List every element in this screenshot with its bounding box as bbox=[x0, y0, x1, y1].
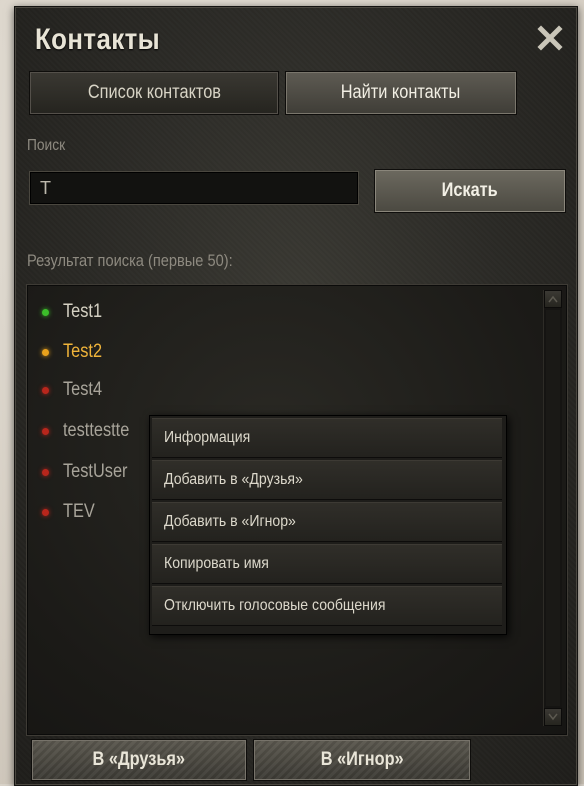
add-to-friends-label: В «Друзья» bbox=[92, 749, 186, 770]
menu-item-label: Отключить голосовые сообщения bbox=[164, 597, 386, 614]
status-busy-icon bbox=[42, 348, 49, 356]
scroll-down-icon bbox=[548, 713, 558, 721]
list-item[interactable]: Test2 bbox=[42, 338, 108, 366]
add-to-friends-button[interactable]: В «Друзья» bbox=[31, 739, 247, 781]
results-scrollbar[interactable] bbox=[543, 290, 562, 726]
menu-item-label: Добавить в «Друзья» bbox=[164, 471, 303, 488]
tab-find-contacts-label: Найти контакты bbox=[341, 82, 461, 103]
tab-bar: Список контактов Найти контакты bbox=[29, 71, 517, 115]
window-title: Контакты bbox=[35, 23, 161, 56]
tab-contact-list[interactable]: Список контактов bbox=[29, 71, 279, 115]
status-online-icon bbox=[42, 308, 49, 316]
contact-name: Test4 bbox=[63, 379, 103, 400]
scroll-up-button[interactable] bbox=[544, 290, 562, 308]
tab-find-contacts[interactable]: Найти контакты bbox=[285, 71, 517, 115]
add-to-ignore-button[interactable]: В «Игнор» bbox=[253, 739, 471, 781]
list-item[interactable]: TEV bbox=[42, 498, 100, 526]
results-label: Результат поиска (первые 50): bbox=[27, 251, 233, 270]
menu-item-disable-voice[interactable]: Отключить голосовые сообщения bbox=[152, 586, 502, 626]
menu-item-label: Информация bbox=[164, 429, 251, 446]
menu-item-add-ignore[interactable]: Добавить в «Игнор» bbox=[152, 502, 502, 542]
context-menu: Информация Добавить в «Друзья» Добавить … bbox=[149, 415, 507, 635]
menu-item-info[interactable]: Информация bbox=[152, 418, 502, 458]
close-icon bbox=[537, 25, 563, 51]
tab-contact-list-label: Список контактов bbox=[87, 82, 221, 103]
list-item[interactable]: TestUser bbox=[42, 458, 138, 486]
status-offline-icon bbox=[42, 427, 49, 435]
close-button[interactable] bbox=[533, 21, 567, 55]
search-label: Поиск bbox=[27, 137, 66, 154]
add-to-ignore-label: В «Игнор» bbox=[320, 749, 404, 770]
search-input[interactable]: T bbox=[29, 171, 359, 205]
scroll-down-button[interactable] bbox=[544, 708, 562, 726]
search-button-label: Искать bbox=[441, 180, 499, 201]
contact-name: TestUser bbox=[63, 461, 128, 482]
list-item[interactable]: Test4 bbox=[42, 376, 108, 404]
search-button[interactable]: Искать bbox=[374, 169, 566, 213]
status-offline-icon bbox=[42, 508, 49, 516]
contacts-window: Контакты Список контактов Найти контакты… bbox=[14, 6, 578, 786]
contact-name: TEV bbox=[63, 501, 95, 522]
contact-name: Test1 bbox=[63, 301, 103, 322]
menu-item-label: Добавить в «Игнор» bbox=[164, 513, 296, 530]
menu-item-label: Копировать имя bbox=[164, 555, 269, 572]
scroll-up-icon bbox=[548, 295, 558, 303]
menu-item-copy-name[interactable]: Копировать имя bbox=[152, 544, 502, 584]
status-offline-icon bbox=[42, 386, 49, 394]
list-item[interactable]: Test1 bbox=[42, 298, 108, 326]
contact-name: Test2 bbox=[63, 341, 103, 362]
list-item[interactable]: testtestte bbox=[42, 417, 140, 445]
scroll-track[interactable] bbox=[546, 310, 560, 706]
contact-name: testtestte bbox=[63, 420, 130, 441]
menu-item-add-friends[interactable]: Добавить в «Друзья» bbox=[152, 460, 502, 500]
status-offline-icon bbox=[42, 468, 49, 476]
